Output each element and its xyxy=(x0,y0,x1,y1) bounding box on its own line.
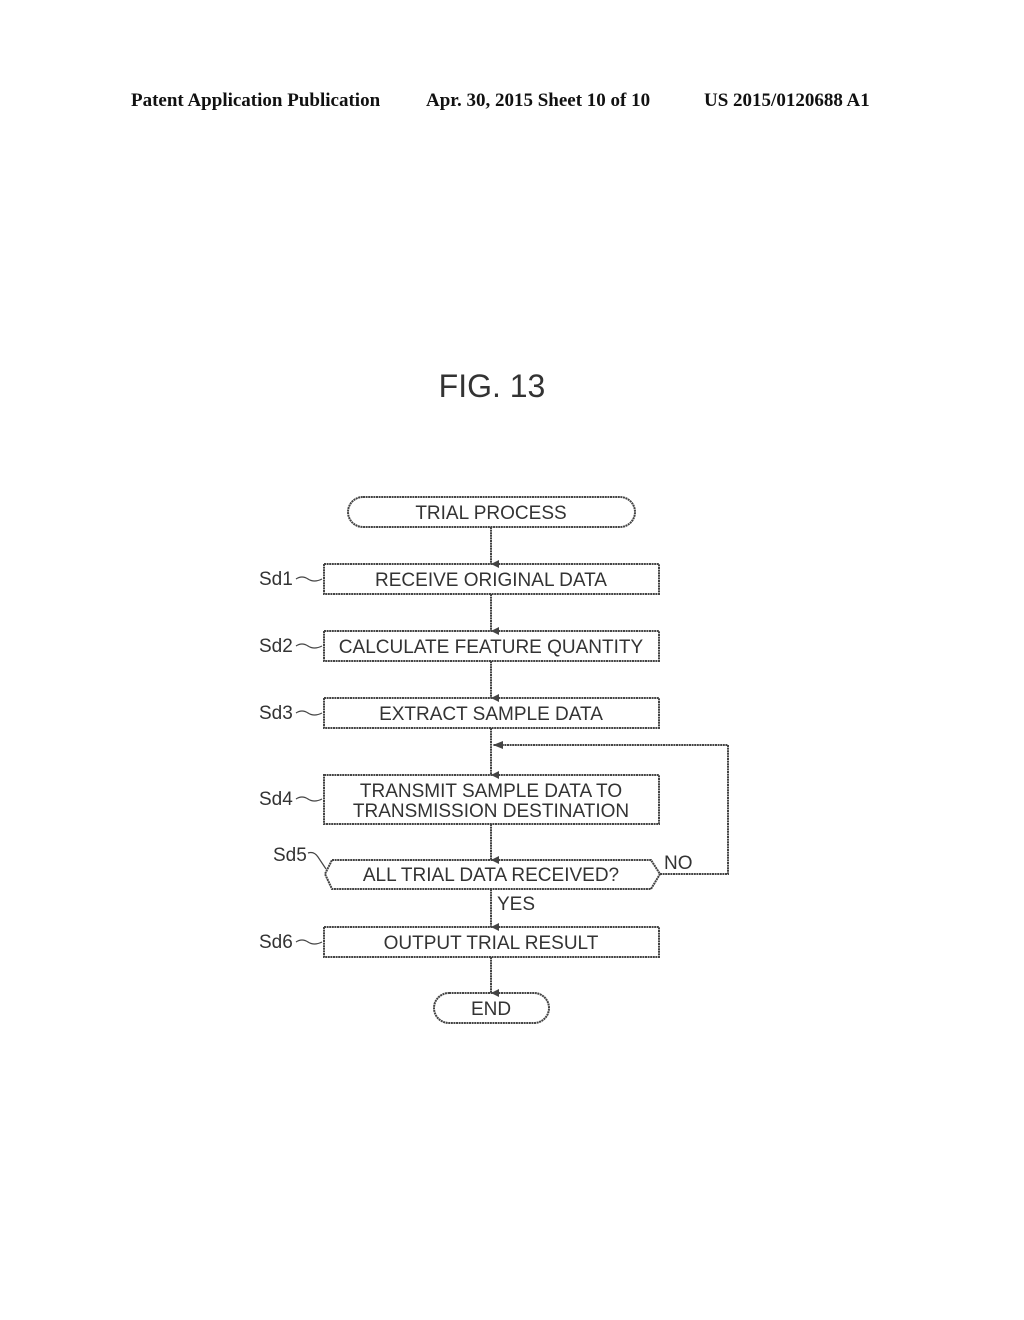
decision-label-sd5: ALL TRIAL DATA RECEIVED? xyxy=(363,865,619,886)
leader-sd1 xyxy=(295,576,323,582)
step-id-sd1: Sd1 xyxy=(259,569,293,590)
yes-label: YES xyxy=(497,894,535,915)
step-label-sd1: RECEIVE ORIGINAL DATA xyxy=(375,570,607,591)
start-label: TRIAL PROCESS xyxy=(415,503,566,524)
no-label: NO xyxy=(664,853,693,874)
step-id-sd2: Sd2 xyxy=(259,636,293,657)
step-label-sd6: OUTPUT TRIAL RESULT xyxy=(384,933,599,954)
step-id-sd5: Sd5 xyxy=(273,845,307,866)
step-id-sd3: Sd3 xyxy=(259,703,293,724)
step-label-sd2: CALCULATE FEATURE QUANTITY xyxy=(339,637,644,658)
step-id-sd4: Sd4 xyxy=(259,789,293,810)
leader-sd4 xyxy=(295,796,323,802)
leader-sd6 xyxy=(295,939,323,945)
end-label: END xyxy=(471,999,511,1020)
step-label-sd4-line2: TRANSMISSION DESTINATION xyxy=(353,801,629,822)
flowchart: TRIAL PROCESS RECEIVE ORIGINAL DATA CALC… xyxy=(259,496,729,1024)
step-id-sd6: Sd6 xyxy=(259,932,293,953)
leader-sd3 xyxy=(295,710,323,716)
leader-sd5 xyxy=(307,851,327,870)
step-label-sd3: EXTRACT SAMPLE DATA xyxy=(379,704,603,725)
leader-sd2 xyxy=(295,643,323,649)
step-label-sd4-line1: TRANSMIT SAMPLE DATA TO xyxy=(360,781,622,802)
